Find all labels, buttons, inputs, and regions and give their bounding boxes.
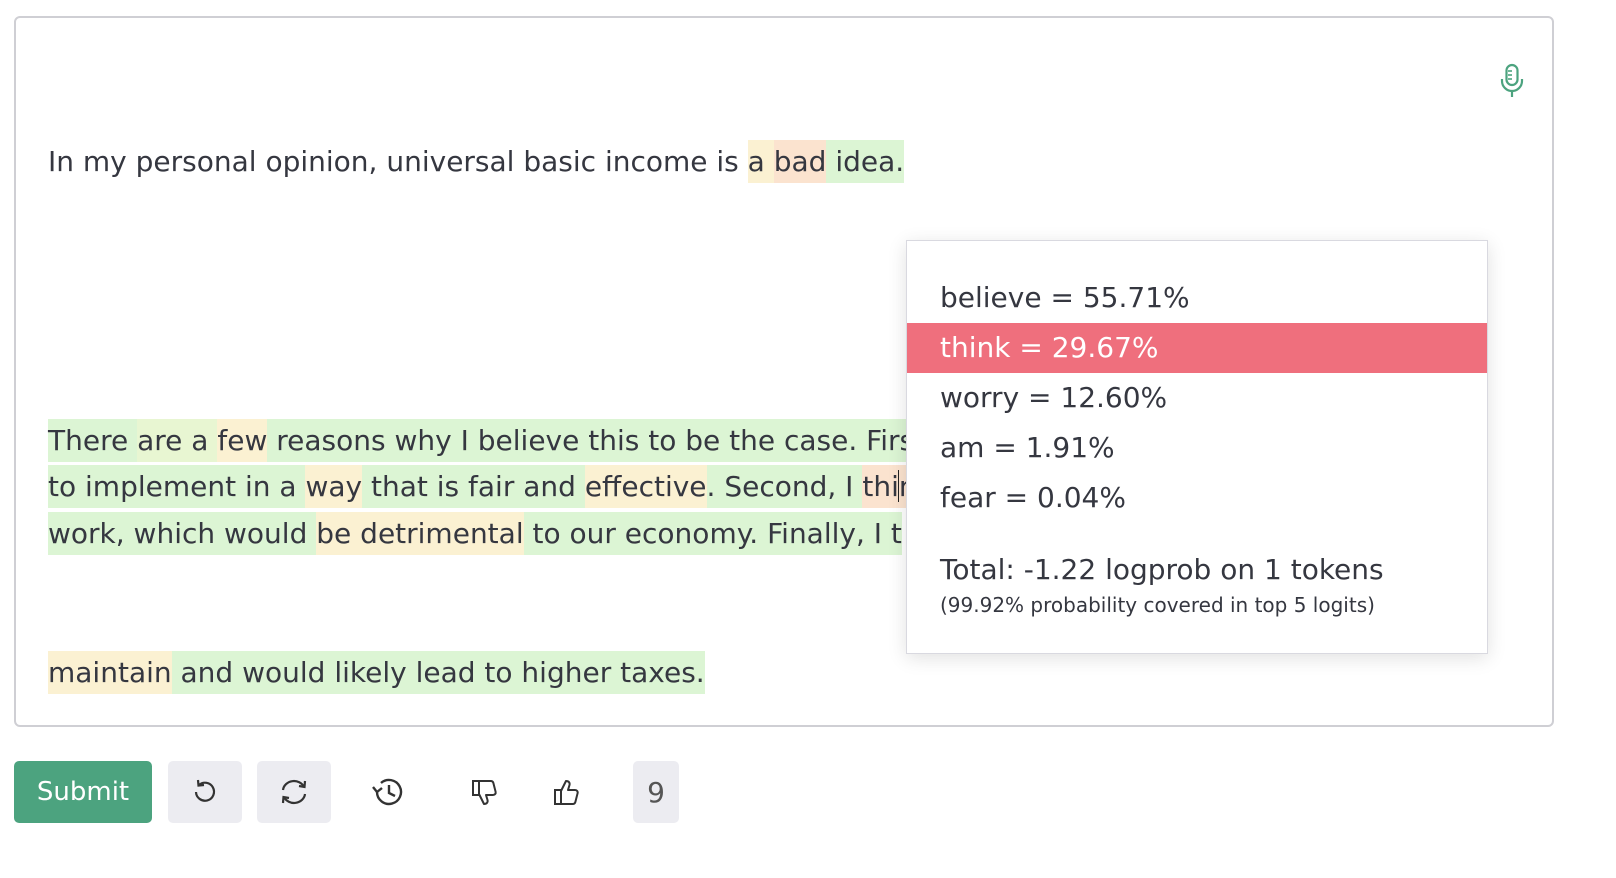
probability-coverage: (99.92% probability covered in top 5 log…	[940, 593, 1375, 617]
undo-button[interactable]	[168, 761, 242, 823]
microphone-icon[interactable]	[1498, 62, 1526, 102]
token-probabilities-popup: believe = 55.71% think = 29.67% worry = …	[906, 240, 1488, 654]
option-believe[interactable]: believe = 55.71%	[907, 273, 1487, 323]
token-span[interactable]: maintain	[48, 651, 172, 694]
option-fear[interactable]: fear = 0.04%	[907, 473, 1487, 523]
token-span[interactable]: to our economy. Finally, I t	[523, 511, 902, 555]
history-icon	[370, 775, 406, 809]
last-line: maintain and would likely lead to higher…	[48, 650, 1478, 697]
token-span[interactable]: . Second, I	[706, 465, 863, 508]
token-span[interactable]: a	[747, 140, 774, 183]
thumbs-down-icon	[469, 776, 499, 808]
token-span[interactable]: effective	[584, 465, 707, 508]
regenerate-icon	[278, 777, 310, 807]
token-span[interactable]: In my personal opinion, universal basic …	[48, 140, 748, 183]
token-span[interactable]: There	[48, 418, 138, 462]
thumbs-up-icon	[551, 776, 581, 808]
thumbs-down-button[interactable]	[448, 761, 520, 823]
history-button[interactable]	[352, 761, 424, 823]
regenerate-button[interactable]	[257, 761, 331, 823]
token-span[interactable]: to implement in a	[48, 465, 306, 508]
token-span[interactable]: idea.	[826, 140, 905, 183]
token-span[interactable]: few	[217, 418, 268, 462]
token-span[interactable]: way	[305, 465, 363, 508]
token-span[interactable]: work, which would	[48, 511, 317, 555]
submit-button[interactable]: Submit	[14, 761, 152, 823]
first-line: In my personal opinion, universal basic …	[48, 139, 1478, 186]
token-span[interactable]: bad	[773, 140, 827, 183]
thumbs-up-button[interactable]	[530, 761, 602, 823]
option-worry[interactable]: worry = 12.60%	[907, 373, 1487, 423]
token-span[interactable]: are a	[137, 418, 218, 462]
token-span[interactable]: be detrimental	[316, 511, 524, 555]
option-am[interactable]: am = 1.91%	[907, 423, 1487, 473]
total-logprob: Total: -1.22 logprob on 1 tokens	[940, 553, 1384, 586]
token-span[interactable]: that is fair and	[362, 465, 585, 508]
option-think[interactable]: think = 29.67%	[907, 323, 1487, 373]
token-span[interactable]: thi	[862, 465, 899, 508]
token-span[interactable]: reasons why I believe this to be the cas…	[267, 418, 943, 462]
completion-count-badge: 9	[633, 761, 679, 823]
undo-icon	[190, 777, 220, 807]
token-span[interactable]: and would likely lead to higher taxes.	[171, 651, 705, 694]
